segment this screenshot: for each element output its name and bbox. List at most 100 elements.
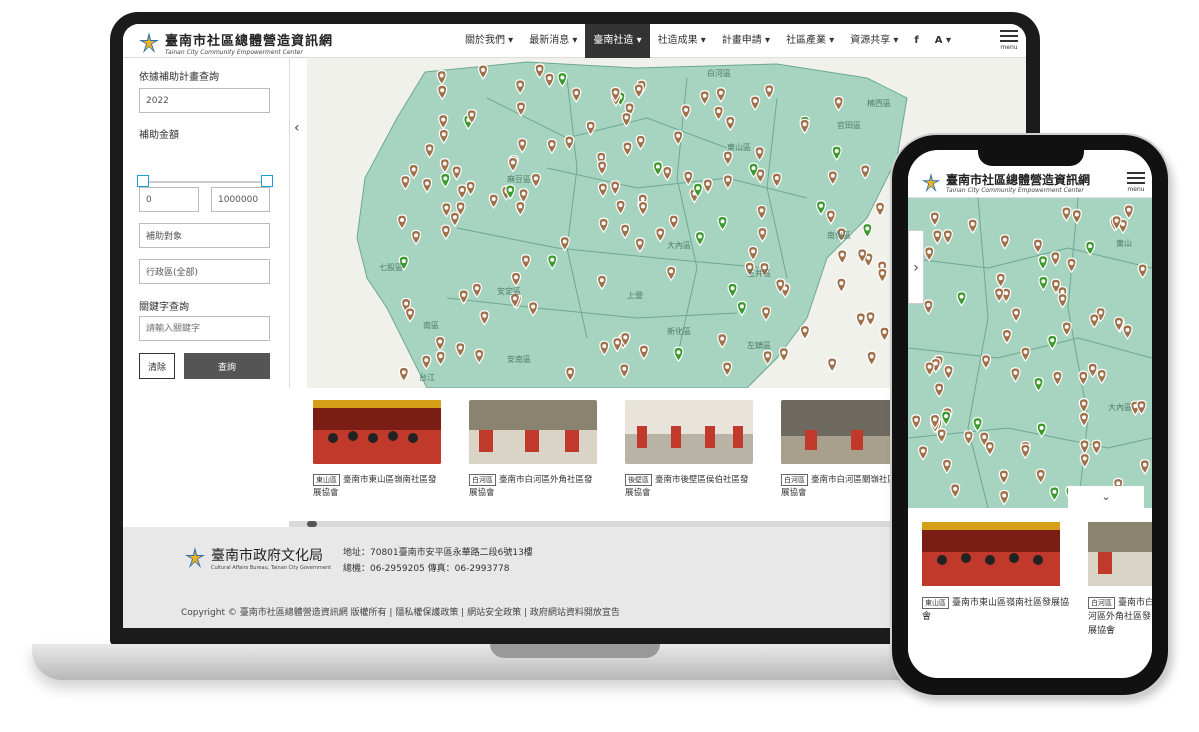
community-card[interactable]: 白河區 臺南市白河區外角社區發展協會 <box>1088 522 1152 658</box>
menu-button[interactable]: menu <box>998 28 1020 54</box>
nav-results[interactable]: 社造成果 ▾ <box>650 24 714 58</box>
map-pin-dot <box>1099 372 1104 377</box>
map-pin-dot <box>404 301 409 306</box>
year-select[interactable]: 2022 <box>139 88 270 113</box>
amount-slider-min-handle[interactable] <box>137 175 149 187</box>
clear-button[interactable]: 清除 <box>139 353 175 379</box>
nav-tainan-community[interactable]: 臺南社造 ▾ <box>585 24 650 58</box>
map-pin-dot <box>599 278 604 283</box>
map-label-taijiang: 台江 <box>419 372 435 382</box>
map-pin-icon[interactable] <box>855 312 866 328</box>
map-label-madou: 麻豆區 <box>507 174 531 184</box>
map-pin-dot <box>716 109 721 114</box>
map-label-nanxi: 楠西區 <box>867 98 891 108</box>
map-pin-dot <box>1041 258 1046 263</box>
map-pin-dot <box>760 230 765 235</box>
map-pin-dot <box>1004 332 1009 337</box>
phone-menu-button[interactable]: menu <box>1124 170 1148 193</box>
map-pin-icon[interactable] <box>827 357 838 373</box>
map-pin-dot <box>1082 442 1087 447</box>
map-pin-dot <box>695 186 700 191</box>
map-label-anding: 安定區 <box>497 286 521 296</box>
map-pin-dot <box>549 142 554 147</box>
map-pin-dot <box>718 90 723 95</box>
nav-news[interactable]: 最新消息 ▾ <box>521 24 585 58</box>
map-pin-dot <box>818 203 823 208</box>
map-pin-dot <box>523 257 528 262</box>
map-label-zuozhen: 左鎮區 <box>747 340 771 350</box>
nav-about[interactable]: 關於我們 ▾ <box>457 24 521 58</box>
nav-apply[interactable]: 計畫申請 ▾ <box>714 24 778 58</box>
map-pin-dot <box>477 352 482 357</box>
map-pin-dot <box>1052 489 1057 494</box>
map-pin-dot <box>1004 291 1009 296</box>
amount-slider-track[interactable] <box>143 181 265 183</box>
map-pin-dot <box>683 107 688 112</box>
map-label-xinhua: 新化區 <box>667 326 691 336</box>
card-district-tag: 白河區 <box>469 474 496 486</box>
phone-map-canvas[interactable]: 東山 大內區 <box>908 198 1152 508</box>
map-pin-dot <box>537 67 542 72</box>
map-pin-dot <box>758 171 763 176</box>
map-pin-dot <box>444 205 449 210</box>
map-pin-dot <box>830 360 835 365</box>
menu-label: menu <box>1000 44 1018 51</box>
map-pin-dot <box>1039 425 1044 430</box>
search-button[interactable]: 查詢 <box>184 353 270 379</box>
map-pin-icon[interactable] <box>836 277 847 294</box>
chevron-left-icon: ‹ <box>294 120 300 136</box>
map-pin-dot <box>1140 266 1145 271</box>
map-pin-dot <box>921 448 926 453</box>
map-pin-dot <box>765 353 770 358</box>
site-logo[interactable]: 臺南市社區總體營造資訊網 Tainan City Community Empow… <box>137 30 333 56</box>
district-select[interactable]: 行政區(全部) <box>139 259 270 284</box>
footer-copyright[interactable]: Copyright © 臺南市社區總體營造資訊網 版權所有 | 隱私權保護政策 … <box>181 605 620 618</box>
keyword-input[interactable] <box>139 316 270 341</box>
map-pin-dot <box>567 138 572 143</box>
map-pin-dot <box>1082 456 1087 461</box>
map-pin-dot <box>401 370 406 375</box>
phone-community-map[interactable]: 東山 大內區 <box>908 198 1152 508</box>
map-label-qigu: 七股區 <box>379 263 403 272</box>
map-pin-dot <box>424 358 429 363</box>
map-pin-dot <box>702 93 707 98</box>
star-logo-icon <box>139 32 159 53</box>
amount-min-input[interactable]: 0 <box>139 187 199 212</box>
map-pin-dot <box>438 354 443 359</box>
card-photo <box>313 400 441 464</box>
target-select[interactable]: 補助對象 <box>139 223 270 248</box>
map-pin-dot <box>403 178 408 183</box>
phone-expand-cards-button[interactable]: ⌄ <box>1068 486 1144 508</box>
map-pin-dot <box>982 434 987 439</box>
map-pin-dot <box>618 203 623 208</box>
map-pin-dot <box>1001 472 1006 477</box>
map-pin-dot <box>601 221 606 226</box>
map-pin-dot <box>1081 374 1086 379</box>
font-size-button[interactable]: A ▾ <box>927 24 959 58</box>
map-pin-dot <box>730 286 735 291</box>
map-pin-dot <box>512 296 517 301</box>
map-pin-dot <box>926 302 931 307</box>
map-pin-dot <box>1035 242 1040 247</box>
map-pin-dot <box>1116 481 1121 486</box>
facebook-icon[interactable]: f <box>906 24 926 58</box>
map-pin-dot <box>521 191 526 196</box>
star-logo-icon <box>921 172 941 193</box>
community-card[interactable]: 白河區 臺南市白河區外角社區發展協會 <box>469 400 611 520</box>
phone-sidebar-toggle[interactable]: › <box>908 230 924 304</box>
map-pin-dot <box>725 154 730 159</box>
nav-resources[interactable]: 資源共享 ▾ <box>842 24 906 58</box>
amount-slider-max-handle[interactable] <box>261 175 273 187</box>
nav-industry[interactable]: 社區產業 ▾ <box>778 24 842 58</box>
site-subtitle: Tainan City Community Empowerment Center <box>165 49 303 56</box>
community-card[interactable]: 後壁區 臺南市後壁區侯伯社區發展協會 <box>625 400 767 520</box>
map-pin-dot <box>1038 472 1043 477</box>
map-pin-dot <box>720 336 725 341</box>
map-pin-dot <box>860 251 865 256</box>
map-pin-dot <box>622 366 627 371</box>
map-pin-dot <box>1116 320 1121 325</box>
community-card[interactable]: 東山區 臺南市東山區嶺南社區發展協會 <box>313 400 455 520</box>
map-pin-dot <box>1053 282 1058 287</box>
amount-max-input[interactable]: 1000000 <box>211 187 270 212</box>
community-card[interactable]: 東山區 臺南市東山區嶺南社區發展協會 <box>922 522 1074 658</box>
